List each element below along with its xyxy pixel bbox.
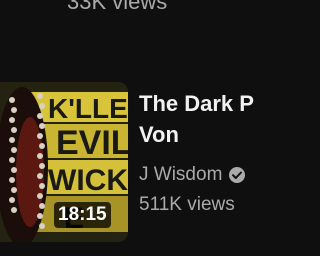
video-duration-badge: 18:15	[54, 202, 111, 228]
video-title-line2: Von	[139, 122, 179, 147]
video-list-item[interactable]: K'LLER EVIL WICKED E 18:15 The Dark P Vo…	[0, 82, 256, 242]
thumb-text-2: EVIL	[56, 124, 128, 162]
video-title[interactable]: The Dark P Von	[139, 88, 269, 150]
verified-check-icon	[229, 167, 246, 183]
thumb-text-1: K'LLER	[48, 93, 128, 124]
thumb-text-3: WICKED	[48, 164, 128, 197]
video-title-line1: The Dark P	[139, 91, 254, 116]
video-view-count: 511K views	[139, 194, 235, 215]
previous-video-views: 33K views	[67, 0, 168, 14]
channel-name[interactable]: J Wisdom	[139, 164, 246, 186]
channel-name-label: J Wisdom	[139, 164, 223, 185]
video-thumbnail[interactable]: K'LLER EVIL WICKED E 18:15	[0, 82, 128, 242]
